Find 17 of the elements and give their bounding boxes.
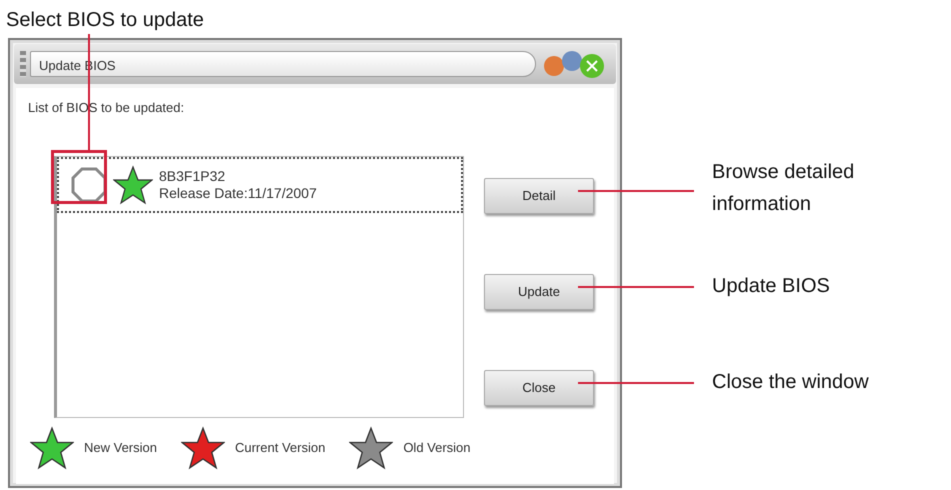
list-item[interactable]: 8B3F1P32 Release Date:11/17/2007 [57,157,463,213]
release-date: Release Date:11/17/2007 [159,185,317,202]
radio-button[interactable] [71,167,107,203]
callout-text: Close the window [712,370,870,395]
grip-icon [20,51,26,77]
dialog-button[interactable]: Close [484,370,594,406]
legend-label: Current Version [234,439,326,458]
callout-text: Browse detailed information [712,160,856,217]
callout-text: Update BIOS [712,274,831,299]
legend-label: New Version [84,439,157,458]
star-icon [113,165,153,205]
dialog-button[interactable]: Update [484,274,594,310]
callout-text: Select BIOS to update [6,8,204,32]
bios-name: 8B3F1P32 [159,168,226,185]
legend-label: Old Version [403,439,471,458]
highlight-frame [51,150,107,204]
dialog-button[interactable]: Detail [484,178,594,214]
